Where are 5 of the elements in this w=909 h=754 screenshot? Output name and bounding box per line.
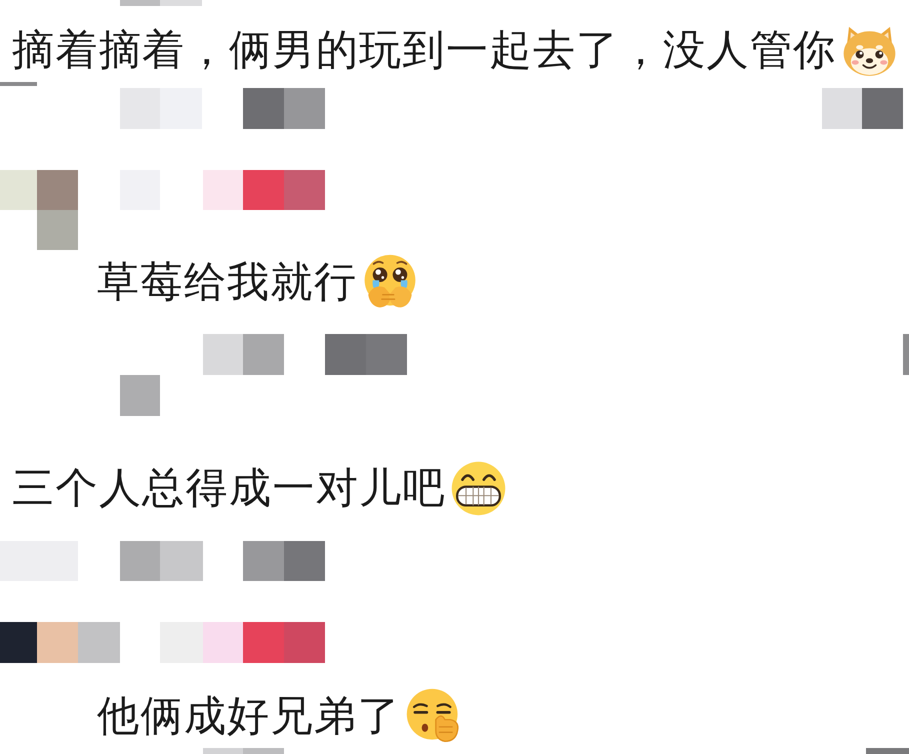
grinning-face-icon [450,460,507,516]
comment-text: 草莓给我就行 [97,258,358,306]
comment-text: 三个人总得成一对儿吧 [12,464,446,512]
comment-text: 他俩成好兄弟了 [97,692,401,740]
comment-text: 摘着摘着，俩男的玩到一起去了，没人管你 [12,26,837,74]
